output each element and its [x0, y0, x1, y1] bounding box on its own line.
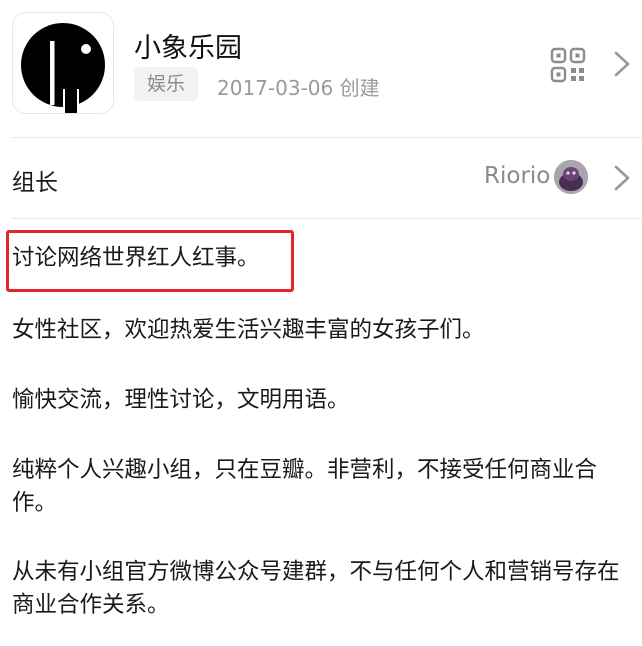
group-name: 小象乐园 [134, 33, 242, 64]
chevron-right-icon[interactable] [613, 50, 631, 78]
description-line: 纯粹个人兴趣小组，只在豆瓣。非营利，不接受任何商业合作。 [12, 457, 598, 516]
highlight-annotation-box [6, 230, 294, 292]
group-header: 小象乐园 娱乐 2017-03-06 创建 [0, 0, 642, 137]
description-line: 愉快交流，理性讨论，文明用语。 [12, 387, 350, 413]
owner-name[interactable]: Riorio [484, 163, 550, 189]
qr-code-icon[interactable] [550, 47, 586, 83]
chevron-right-icon[interactable] [613, 164, 631, 192]
description-line: 从未有小组官方微博公众号建群，不与任何个人和营销号存在商业合作关系。 [12, 559, 620, 618]
created-date: 2017-03-06 创建 [217, 76, 380, 100]
group-logo-icon[interactable] [12, 12, 114, 114]
owner-row[interactable]: 组长 Riorio [0, 138, 642, 218]
divider [12, 218, 642, 219]
category-tag[interactable]: 娱乐 [134, 67, 199, 101]
owner-avatar[interactable] [554, 160, 588, 194]
description-line: 女性社区，欢迎热爱生活兴趣丰富的女孩子们。 [12, 317, 485, 343]
owner-label: 组长 [12, 170, 58, 196]
